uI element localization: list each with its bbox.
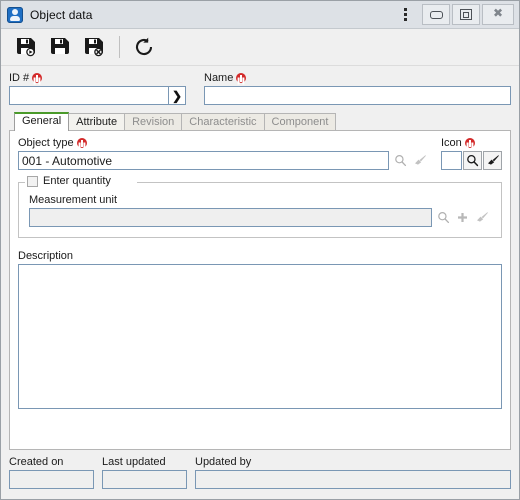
updated-by-label: Updated by — [195, 456, 252, 468]
header-field-row: ID # ❯ Name — [9, 72, 511, 105]
id-label: ID # — [9, 72, 186, 84]
tab-revision: Revision — [124, 113, 183, 131]
general-tab-panel: Object type 001 - Automotive Icon Enter … — [9, 130, 511, 450]
brush-icon — [486, 154, 500, 167]
id-field-group: ID # ❯ — [9, 72, 186, 105]
refresh-button[interactable] — [129, 32, 159, 62]
tab-characteristic: Characteristic — [181, 113, 265, 131]
object-type-clear-button — [410, 151, 429, 170]
required-asterisk-icon — [32, 73, 43, 83]
tab-bar: General Attribute Revision Characteristi… — [9, 112, 511, 131]
icon-field-group: Icon — [441, 137, 502, 170]
form-area: ID # ❯ Name General Attribute Revision C… — [1, 66, 519, 451]
tab-component: Component — [263, 113, 337, 131]
enter-quantity-label: Enter quantity — [43, 175, 111, 187]
search-icon — [437, 211, 450, 224]
search-icon — [394, 154, 407, 167]
save-close-icon — [83, 36, 105, 58]
icon-label: Icon — [441, 137, 502, 149]
description-textarea[interactable] — [18, 264, 502, 409]
measurement-unit-group: Measurement unit — [29, 194, 491, 227]
object-type-row: Object type 001 - Automotive Icon — [18, 137, 502, 170]
description-label: Description — [18, 250, 74, 262]
measurement-unit-label: Measurement unit — [29, 194, 118, 206]
name-label: Name — [204, 72, 511, 84]
group-border-right — [137, 182, 501, 183]
last-updated-group: Last updated — [102, 456, 187, 489]
icon-search-button[interactable] — [463, 151, 482, 170]
save-new-icon — [15, 36, 37, 58]
required-asterisk-icon — [76, 138, 87, 148]
icon-preview[interactable] — [441, 151, 462, 170]
object-type-label: Object type — [18, 137, 429, 149]
enter-quantity-title[interactable]: Enter quantity — [25, 175, 115, 187]
kebab-menu-icon[interactable] — [394, 3, 416, 27]
id-label-text: ID # — [9, 72, 30, 84]
name-input[interactable] — [204, 86, 511, 105]
save-button[interactable] — [45, 32, 75, 62]
measurement-unit-clear-button — [472, 208, 491, 227]
required-asterisk-icon — [236, 73, 247, 83]
app-icon — [7, 6, 23, 23]
name-field-group: Name — [204, 72, 511, 105]
title-bar: Object data ✖ — [1, 1, 519, 29]
object-type-search-button — [391, 151, 410, 170]
last-updated-value — [102, 470, 187, 489]
save-and-new-button[interactable] — [11, 32, 41, 62]
brush-icon — [413, 154, 427, 167]
minimize-button[interactable] — [422, 4, 450, 25]
object-type-label-text: Object type — [18, 137, 74, 149]
save-icon — [49, 36, 71, 58]
save-and-close-button[interactable] — [79, 32, 109, 62]
window-controls: ✖ — [420, 4, 514, 25]
created-on-label: Created on — [9, 456, 64, 468]
plus-icon — [456, 211, 469, 224]
measurement-unit-search-button — [434, 208, 453, 227]
updated-by-value — [195, 470, 511, 489]
enter-quantity-group: Enter quantity Measurement unit — [18, 175, 502, 238]
icon-clear-button[interactable] — [483, 151, 502, 170]
footer-metadata: Created on Last updated Updated by — [1, 451, 519, 499]
created-on-value — [9, 470, 94, 489]
enter-quantity-checkbox[interactable] — [27, 175, 38, 187]
id-input[interactable] — [9, 86, 169, 105]
toolbar-separator — [119, 36, 120, 58]
object-type-input[interactable] — [18, 151, 389, 170]
object-data-window: Object data ✖ ID # ❯ Name General Attrib… — [0, 0, 520, 500]
chevron-right-icon: ❯ — [171, 88, 183, 103]
created-on-group: Created on — [9, 456, 94, 489]
window-title: Object data — [30, 7, 93, 22]
last-updated-label: Last updated — [102, 456, 166, 468]
description-group: Description — [18, 250, 502, 441]
updated-by-group: Updated by — [195, 456, 511, 489]
maximize-button[interactable] — [452, 4, 480, 25]
measurement-unit-add-button — [453, 208, 472, 227]
toolbar — [1, 29, 519, 66]
measurement-unit-input — [29, 208, 432, 227]
icon-label-text: Icon — [441, 137, 462, 149]
required-asterisk-icon — [464, 138, 475, 148]
close-button[interactable]: ✖ — [482, 4, 514, 25]
name-label-text: Name — [204, 72, 234, 84]
search-icon — [466, 154, 479, 167]
refresh-icon — [133, 36, 155, 58]
tab-attribute[interactable]: Attribute — [68, 113, 126, 131]
id-lookup-button[interactable]: ❯ — [169, 86, 186, 105]
tab-general[interactable]: General — [14, 112, 70, 131]
object-type-group: Object type — [18, 137, 429, 170]
brush-icon — [475, 211, 489, 224]
